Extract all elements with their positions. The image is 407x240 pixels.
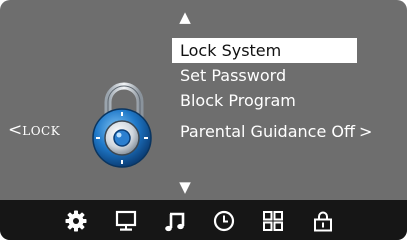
scroll-up-arrow-icon[interactable]: ▲ bbox=[177, 10, 193, 25]
menu-item-parental-guidance[interactable]: Parental Guidance Off > bbox=[172, 119, 402, 144]
right-arrow-icon[interactable]: > bbox=[359, 122, 372, 141]
clock-icon[interactable] bbox=[212, 209, 236, 233]
combination-padlock-icon bbox=[86, 78, 162, 170]
scroll-down-arrow-icon[interactable]: ▼ bbox=[177, 180, 193, 195]
lock-nav-label[interactable]: <LOCK bbox=[8, 120, 60, 140]
osd-screen: ▲ Lock System Set Password Block Program… bbox=[0, 0, 407, 240]
menu-item-set-password[interactable]: Set Password bbox=[172, 63, 402, 88]
monitor-icon[interactable] bbox=[114, 209, 138, 233]
parental-guidance-label: Parental Guidance Off bbox=[180, 122, 355, 141]
left-arrow-icon[interactable]: < bbox=[8, 120, 22, 140]
padlock-icon[interactable] bbox=[311, 209, 335, 233]
category-tab-bar bbox=[0, 200, 407, 240]
lock-menu: Lock System Set Password Block Program P… bbox=[172, 38, 402, 144]
menu-item-block-program[interactable]: Block Program bbox=[172, 88, 402, 113]
settings-gear-icon[interactable] bbox=[64, 209, 88, 233]
menu-item-lock-system[interactable]: Lock System bbox=[172, 38, 357, 63]
music-note-icon[interactable] bbox=[163, 209, 187, 233]
grid-icon[interactable] bbox=[261, 209, 285, 233]
lock-section-label: LOCK bbox=[22, 124, 61, 138]
